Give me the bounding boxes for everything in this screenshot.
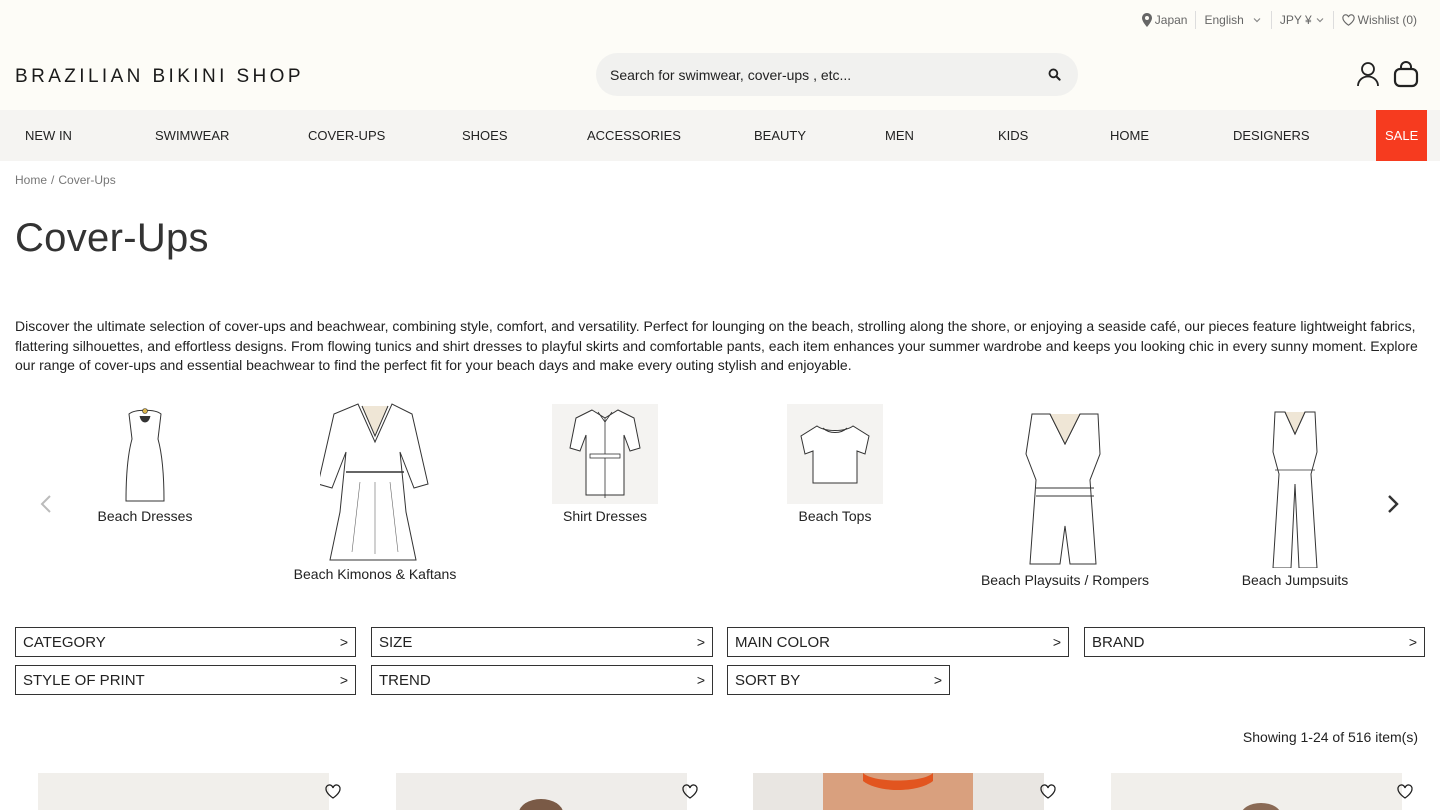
- nav-item-sale[interactable]: SALE: [1376, 110, 1428, 161]
- kaftan-icon: [320, 403, 429, 561]
- carousel-next-arrow-icon[interactable]: [1383, 492, 1403, 516]
- filter-label: TREND: [379, 671, 431, 689]
- model-photo-icon: [823, 773, 973, 810]
- header: Japan English JPY ¥ Wishlist (0) BRAZILI…: [0, 0, 1440, 110]
- chevron-right-icon: >: [696, 672, 705, 688]
- filter-main-color[interactable]: MAIN COLOR >: [727, 627, 1069, 657]
- chevron-right-icon: >: [933, 672, 942, 688]
- category-tile-beach-dresses[interactable]: Beach Dresses: [95, 404, 195, 524]
- nav-item-shoes[interactable]: SHOES: [462, 110, 508, 161]
- wishlist-label: Wishlist (0): [1357, 13, 1417, 27]
- nav-item-new-in[interactable]: NEW IN: [25, 110, 72, 161]
- breadcrumb: Home / Cover-Ups: [15, 173, 116, 187]
- nav-item-swimwear[interactable]: SWIMWEAR: [155, 110, 229, 161]
- heart-icon[interactable]: [1040, 784, 1056, 799]
- chevron-right-icon: >: [696, 634, 705, 650]
- filter-label: SIZE: [379, 633, 413, 651]
- currency-label: JPY ¥: [1279, 13, 1312, 27]
- chevron-down-icon: [1253, 18, 1261, 23]
- search-button[interactable]: [1044, 65, 1064, 85]
- jumpsuit-icon: [1272, 411, 1318, 568]
- category-label: Beach Kimonos & Kaftans: [293, 566, 457, 582]
- category-tile-beach-kimonos-kaftans[interactable]: Beach Kimonos & Kaftans: [290, 402, 460, 582]
- category-label: Beach Jumpsuits: [1241, 572, 1349, 588]
- category-carousel: Beach Dresses Beach Kimonos & Kaftans Sh…: [0, 398, 1440, 608]
- country-label: Japan: [1154, 13, 1188, 27]
- sort-by-dropdown[interactable]: SORT BY >: [727, 665, 950, 695]
- category-label: Beach Playsuits / Rompers: [980, 572, 1150, 588]
- language-selector[interactable]: English: [1196, 11, 1270, 29]
- wishlist-link[interactable]: Wishlist (0): [1334, 11, 1425, 29]
- heart-icon[interactable]: [1397, 784, 1413, 799]
- filter-label: MAIN COLOR: [735, 633, 831, 651]
- shirt-dress-icon: [552, 404, 658, 504]
- nav-item-beauty[interactable]: BEAUTY: [754, 110, 806, 161]
- heart-icon: [1341, 14, 1355, 26]
- currency-selector[interactable]: JPY ¥: [1272, 11, 1333, 29]
- category-tile-beach-playsuits-rompers[interactable]: Beach Playsuits / Rompers: [975, 410, 1155, 588]
- filter-label: SORT BY: [735, 671, 801, 689]
- romper-icon: [1025, 413, 1101, 565]
- filter-trend[interactable]: TREND >: [371, 665, 713, 695]
- shopping-bag-icon[interactable]: [1393, 60, 1419, 88]
- chevron-right-icon: >: [1052, 634, 1061, 650]
- category-label: Shirt Dresses: [562, 508, 648, 524]
- filter-label: STYLE OF PRINT: [23, 671, 145, 689]
- category-description: Discover the ultimate selection of cover…: [15, 318, 1418, 373]
- breadcrumb-home[interactable]: Home: [15, 173, 47, 187]
- nav-item-men[interactable]: MEN: [885, 110, 914, 161]
- carousel-prev-arrow-icon[interactable]: [36, 492, 56, 516]
- country-selector[interactable]: Japan: [1134, 11, 1196, 29]
- crop-top-icon: [787, 404, 883, 504]
- category-label: Beach Dresses: [97, 508, 193, 524]
- search-icon: [1048, 68, 1061, 81]
- product-image[interactable]: [1111, 773, 1402, 810]
- results-count: Showing 1-24 of 516 item(s): [1242, 729, 1418, 745]
- filter-style-of-print[interactable]: STYLE OF PRINT >: [15, 665, 356, 695]
- product-image[interactable]: [396, 773, 687, 810]
- page-title: Cover-Ups: [15, 216, 209, 260]
- nav-item-kids[interactable]: KIDS: [998, 110, 1028, 161]
- language-label: English: [1204, 13, 1244, 27]
- site-logo[interactable]: BRAZILIAN BIKINI SHOP: [15, 66, 304, 88]
- nav-item-accessories[interactable]: ACCESSORIES: [587, 110, 681, 161]
- filter-size[interactable]: SIZE >: [371, 627, 713, 657]
- model-photo-icon: [519, 799, 563, 810]
- filter-brand[interactable]: BRAND >: [1084, 627, 1425, 657]
- chevron-right-icon: >: [339, 672, 348, 688]
- location-pin-icon: [1141, 13, 1152, 27]
- search-bar: [596, 53, 1078, 96]
- nav-item-home[interactable]: HOME: [1110, 110, 1149, 161]
- filter-label: BRAND: [1092, 633, 1145, 651]
- strapless-dress-icon: [125, 408, 165, 502]
- filter-category[interactable]: CATEGORY >: [15, 627, 356, 657]
- model-photo-icon: [1242, 803, 1280, 810]
- filter-label: CATEGORY: [23, 633, 106, 651]
- category-tile-beach-jumpsuits[interactable]: Beach Jumpsuits: [1240, 410, 1350, 588]
- product-image[interactable]: [38, 773, 329, 810]
- breadcrumb-separator: /: [51, 173, 55, 187]
- chevron-down-icon: [1316, 18, 1324, 23]
- breadcrumb-current: Cover-Ups: [58, 173, 116, 187]
- utility-bar: Japan English JPY ¥ Wishlist (0): [1134, 11, 1425, 29]
- category-tile-beach-tops[interactable]: Beach Tops: [785, 404, 885, 524]
- heart-icon[interactable]: [325, 784, 341, 799]
- chevron-right-icon: >: [1408, 634, 1417, 650]
- account-icon[interactable]: [1356, 61, 1380, 87]
- heart-icon[interactable]: [682, 784, 698, 799]
- nav-item-cover-ups[interactable]: COVER-UPS: [308, 110, 385, 161]
- chevron-right-icon: >: [339, 634, 348, 650]
- nav-item-designers[interactable]: DESIGNERS: [1233, 110, 1310, 161]
- search-input[interactable]: [610, 66, 1044, 83]
- category-tile-shirt-dresses[interactable]: Shirt Dresses: [552, 404, 658, 524]
- product-image[interactable]: [753, 773, 1044, 810]
- main-nav: NEW IN SWIMWEAR COVER-UPS SHOES ACCESSOR…: [0, 110, 1440, 161]
- category-label: Beach Tops: [798, 508, 872, 524]
